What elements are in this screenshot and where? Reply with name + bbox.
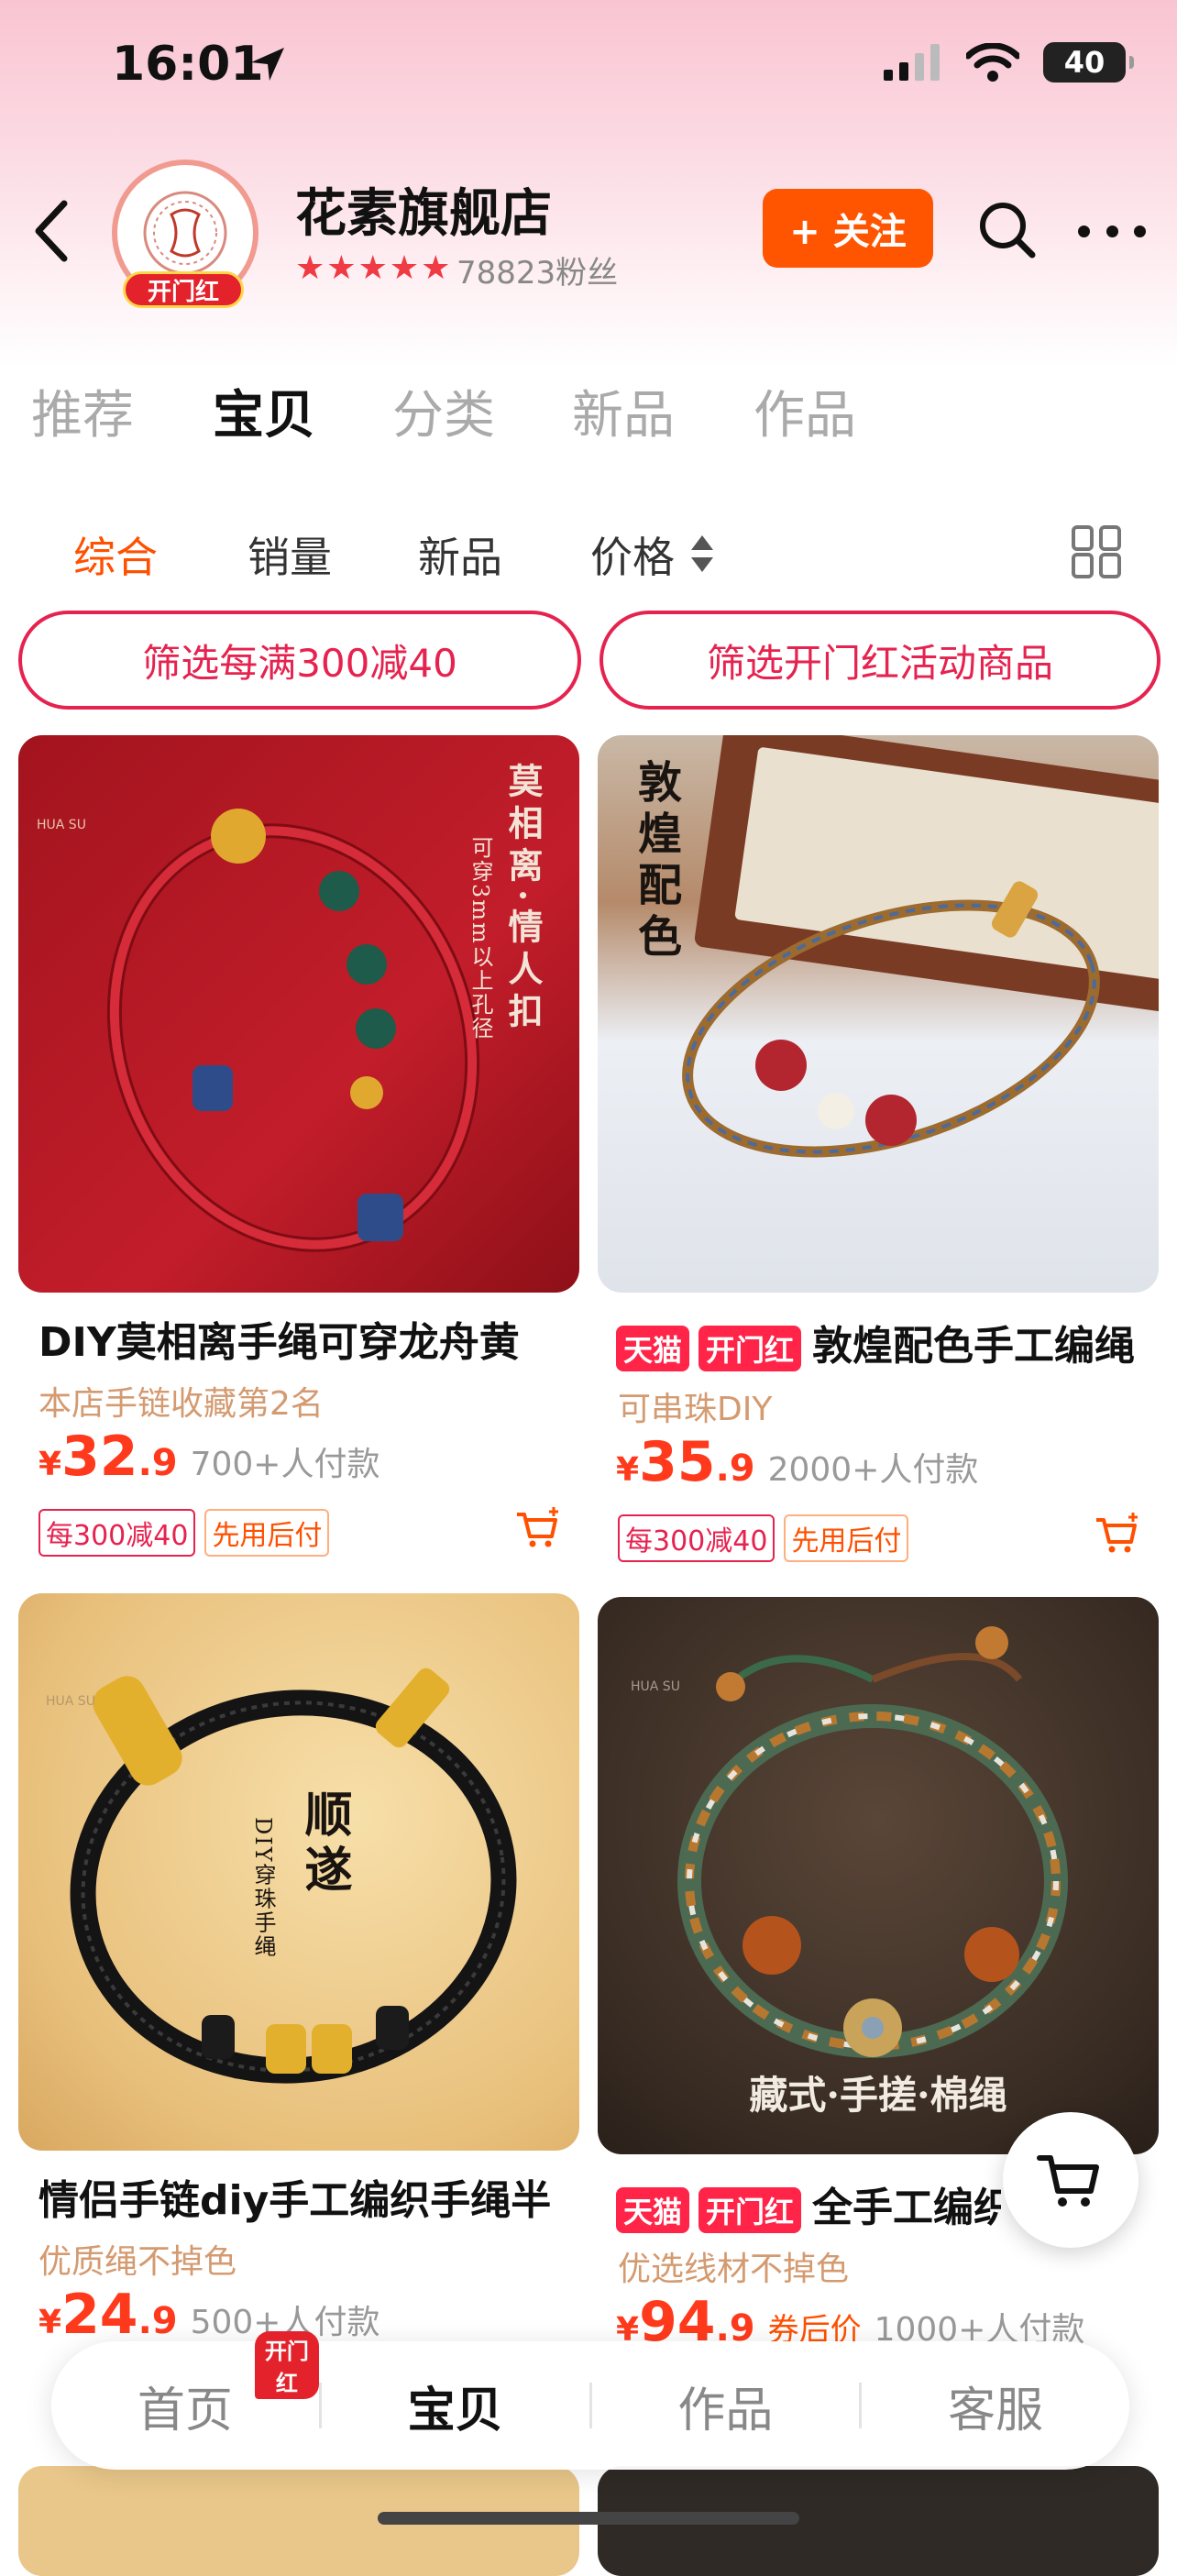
search-icon[interactable] xyxy=(974,196,1041,264)
star-icon: ★ xyxy=(389,249,420,287)
star-icon: ★ xyxy=(326,249,357,287)
product-subline: 优质绳不掉色 xyxy=(38,2243,237,2281)
product-image[interactable]: 顺遂 DIY穿珠手绳 HUA SU xyxy=(18,1593,579,2151)
signal-icon xyxy=(884,44,940,81)
product-image-subtext: 可穿3mm以上孔径 xyxy=(468,836,493,1040)
product-image[interactable]: 莫相离·情人扣 可穿3mm以上孔径 HUA SU xyxy=(18,735,579,1293)
tmall-tag: 天猫 xyxy=(616,2187,690,2233)
star-icon: ★ xyxy=(358,249,388,287)
tab-new[interactable]: 新品 xyxy=(572,374,675,448)
promo-tags: 每300减40 先用后付 xyxy=(618,1514,918,1562)
shop-logo-emblem xyxy=(143,191,227,275)
price-symbol: ¥ xyxy=(38,2304,62,2341)
product-title[interactable]: DIY莫相离手绳可穿龙舟黄 xyxy=(38,1309,570,1368)
brand-watermark: HUA SU xyxy=(37,818,86,832)
tab-categories[interactable]: 分类 xyxy=(392,374,495,448)
event-tag: 开门红 xyxy=(698,1326,802,1371)
product-image-text: 顺遂 xyxy=(296,1789,352,1899)
price-integer: 35 xyxy=(639,1430,716,1494)
filter-chip-discount[interactable]: 筛选每满300减40 xyxy=(18,611,581,710)
price-decimal: .9 xyxy=(138,1442,178,1484)
grid-layout-icon[interactable] xyxy=(1071,524,1122,579)
home-indicator[interactable] xyxy=(378,2512,799,2525)
product-image[interactable]: 敦煌配色 xyxy=(598,735,1159,1293)
tab-recommend[interactable]: 推荐 xyxy=(31,374,134,448)
promo-tag: 先用后付 xyxy=(784,1514,909,1562)
status-icons: 40 xyxy=(884,42,1134,83)
add-to-cart-icon[interactable] xyxy=(1093,1509,1142,1558)
nav-badge: 开门红 xyxy=(255,2330,319,2399)
promo-tag: 每300减40 xyxy=(618,1514,776,1562)
sort-new[interactable]: 新品 xyxy=(418,524,502,585)
sort-arrows-icon xyxy=(691,535,713,572)
wifi-icon xyxy=(966,43,1019,82)
price-integer: 24 xyxy=(61,2283,138,2347)
nav-works[interactable]: 作品 xyxy=(592,2372,860,2440)
add-to-cart-icon[interactable] xyxy=(513,1503,563,1553)
star-icon: ★ xyxy=(295,249,325,287)
nav-products-label: 宝贝 xyxy=(407,2383,503,2438)
nav-home[interactable]: 首页 开门红 xyxy=(51,2330,319,2440)
tmall-tag: 天猫 xyxy=(616,1326,690,1371)
product-title-row[interactable]: 天猫 开门红 敦煌配色手工编绳 xyxy=(616,1313,1162,1371)
tab-products[interactable]: 宝贝 xyxy=(213,374,315,448)
floating-cart-button[interactable] xyxy=(1003,2112,1138,2248)
sort-overall[interactable]: 综合 xyxy=(73,524,158,585)
shop-rating-stars: ★ ★ ★ ★ ★ xyxy=(295,249,450,287)
product-title: 敦煌配色手工编绳 xyxy=(812,1323,1136,1370)
back-button[interactable] xyxy=(24,194,79,268)
bottom-navigation: 首页 开门红 宝贝 作品 客服 xyxy=(51,2330,1129,2470)
product-subline: 可串珠DIY xyxy=(618,1391,773,1428)
location-arrow-icon xyxy=(251,48,284,81)
product-subline: 本店手链收藏第2名 xyxy=(38,1385,324,1423)
price-decimal: .9 xyxy=(138,2300,178,2342)
product-image-subtext: DIY穿珠手绳 xyxy=(250,1817,276,1959)
tab-works[interactable]: 作品 xyxy=(754,374,856,448)
nav-works-label: 作品 xyxy=(677,2383,774,2438)
more-dot xyxy=(1106,225,1118,237)
product-title[interactable]: 情侣手链diy手工编织手绳半 xyxy=(38,2167,570,2226)
price-symbol: ¥ xyxy=(38,1446,62,1483)
product-subline: 优选线材不掉色 xyxy=(618,2251,850,2288)
sort-sales[interactable]: 销量 xyxy=(248,524,332,585)
nav-home-label: 首页 xyxy=(137,2383,233,2438)
follow-button[interactable]: + 关注 xyxy=(763,189,933,268)
paid-count: 2000+人付款 xyxy=(767,1451,979,1489)
fans-count: 78823粉丝 xyxy=(456,255,619,292)
more-dot xyxy=(1134,225,1146,237)
battery-indicator: 40 xyxy=(1043,42,1134,83)
price-integer: 32 xyxy=(61,1425,138,1489)
more-dot xyxy=(1078,225,1090,237)
product-price: ¥ 24 .9 500+人付款 xyxy=(38,2283,380,2347)
cart-icon xyxy=(1037,2155,1099,2207)
price-symbol: ¥ xyxy=(616,1451,640,1489)
product-image-text: 敦煌配色 xyxy=(630,759,681,964)
shop-name: 花素旗舰店 xyxy=(295,184,552,244)
product-title: 全手工编织 xyxy=(812,2185,1001,2231)
promo-tag: 每300减40 xyxy=(38,1509,196,1557)
promo-tag: 先用后付 xyxy=(204,1509,330,1557)
more-options-button[interactable] xyxy=(1078,204,1146,259)
promo-tags: 每300减40 先用后付 xyxy=(38,1509,338,1557)
nav-customer-service[interactable]: 客服 xyxy=(862,2372,1129,2440)
paid-count: 700+人付款 xyxy=(190,1446,380,1483)
product-price: ¥ 32 .9 700+人付款 xyxy=(38,1425,380,1489)
shop-logo-badge: 开门红 xyxy=(123,271,244,308)
brand-watermark: HUA SU xyxy=(631,1679,680,1694)
price-decimal: .9 xyxy=(715,1448,755,1490)
status-time: 16:01 xyxy=(112,37,264,92)
product-price: ¥ 35 .9 2000+人付款 xyxy=(616,1430,978,1494)
filter-chip-event[interactable]: 筛选开门红活动商品 xyxy=(600,611,1160,710)
sort-price[interactable]: 价格 xyxy=(590,524,675,585)
product-title-row[interactable]: 天猫 开门红 全手工编织 xyxy=(616,2174,1001,2233)
star-icon: ★ xyxy=(421,249,451,287)
nav-products[interactable]: 宝贝 xyxy=(322,2372,589,2440)
product-image-text: 莫相离·情人扣 xyxy=(502,763,544,1036)
brand-watermark: HUA SU xyxy=(46,1694,95,1709)
nav-customer-service-label: 客服 xyxy=(948,2383,1044,2438)
event-tag: 开门红 xyxy=(698,2187,802,2233)
product-image[interactable]: 藏式·手搓·棉绳 HUA SU xyxy=(598,1597,1159,2154)
